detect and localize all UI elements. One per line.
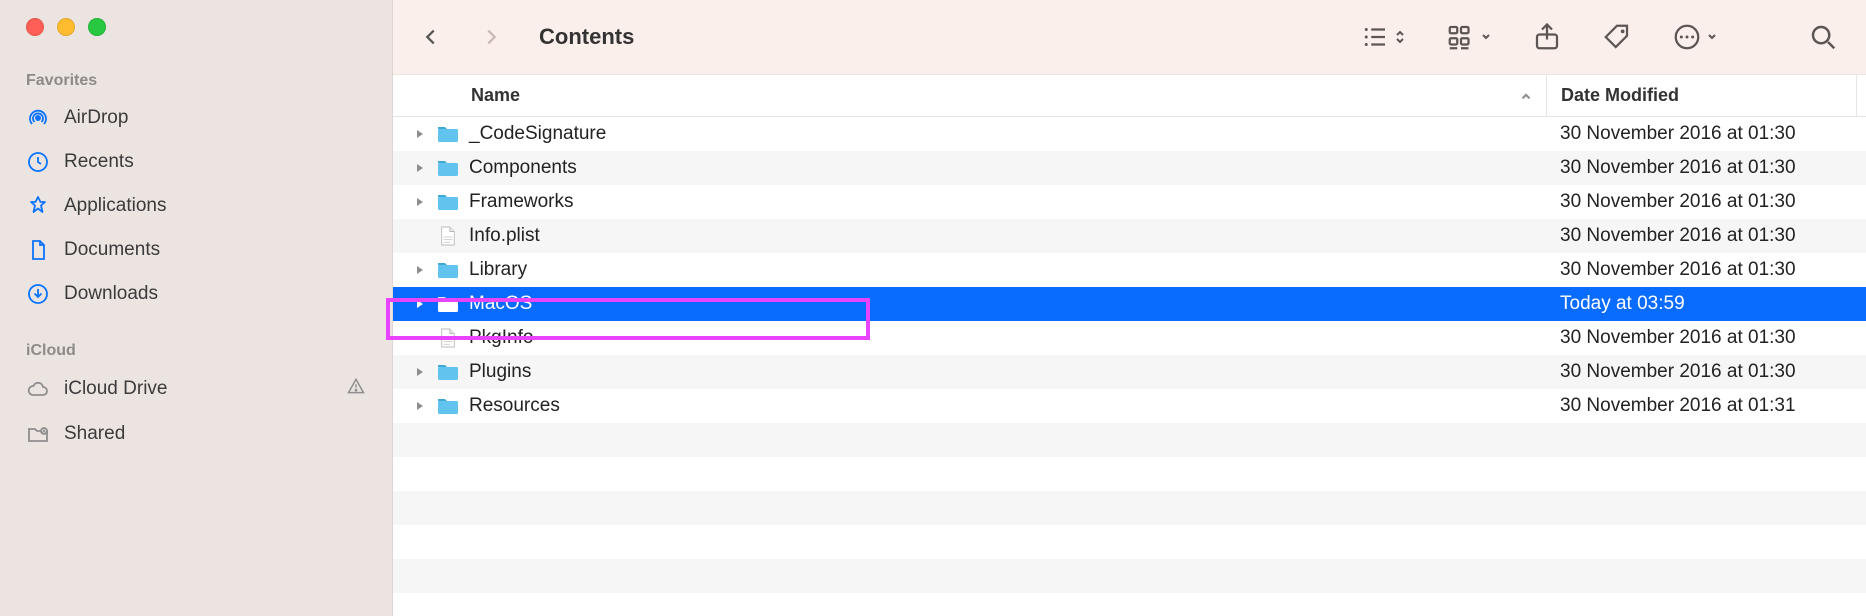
warning-icon xyxy=(346,376,366,402)
file-row[interactable]: Library30 November 2016 at 01:30 xyxy=(393,253,1866,287)
disclosure-chevron-icon[interactable] xyxy=(409,399,431,414)
file-row[interactable]: Frameworks30 November 2016 at 01:30 xyxy=(393,185,1866,219)
finder-window: Favorites AirDrop Recents xyxy=(0,0,1866,616)
file-date: Today at 03:59 xyxy=(1546,293,1866,315)
sidebar: Favorites AirDrop Recents xyxy=(0,0,393,616)
sort-indicator[interactable] xyxy=(1506,89,1546,103)
folder-icon xyxy=(435,191,461,213)
column-edge xyxy=(1856,75,1866,116)
file-name: Plugins xyxy=(469,361,1546,383)
toolbar-icons xyxy=(1360,22,1838,52)
actions-button[interactable] xyxy=(1672,22,1718,52)
sidebar-item-recents[interactable]: Recents xyxy=(0,140,392,184)
minimize-window-button[interactable] xyxy=(57,18,75,36)
disclosure-chevron-icon[interactable] xyxy=(409,365,431,380)
window-title: Contents xyxy=(539,24,634,50)
sidebar-item-applications[interactable]: Applications xyxy=(0,184,392,228)
file-name: Library xyxy=(469,259,1546,281)
clock-icon xyxy=(26,150,50,174)
file-name: _CodeSignature xyxy=(469,123,1546,145)
file-name: Components xyxy=(469,157,1546,179)
applications-icon xyxy=(26,194,50,218)
group-button[interactable] xyxy=(1446,22,1492,52)
disclosure-chevron-icon[interactable] xyxy=(409,161,431,176)
file-icon xyxy=(435,225,461,247)
file-row[interactable]: Plugins30 November 2016 at 01:30 xyxy=(393,355,1866,389)
column-name-label: Name xyxy=(471,85,520,106)
file-list: _CodeSignature30 November 2016 at 01:30C… xyxy=(393,117,1866,616)
sidebar-item-shared[interactable]: Shared xyxy=(0,412,392,456)
file-name: Resources xyxy=(469,395,1546,417)
sidebar-item-label: Recents xyxy=(64,151,134,173)
file-row[interactable]: Resources30 November 2016 at 01:31 xyxy=(393,389,1866,423)
folder-icon xyxy=(435,293,461,315)
sidebar-item-documents[interactable]: Documents xyxy=(0,228,392,272)
view-list-button[interactable] xyxy=(1360,22,1406,52)
search-button[interactable] xyxy=(1808,22,1838,52)
sidebar-item-label: Documents xyxy=(64,239,160,261)
file-date: 30 November 2016 at 01:30 xyxy=(1546,191,1866,213)
file-name: PkgInfo xyxy=(469,327,1546,349)
column-name[interactable]: Name xyxy=(393,85,1506,106)
folder-icon xyxy=(435,259,461,281)
toolbar: Contents xyxy=(393,0,1866,75)
airdrop-icon xyxy=(26,106,50,130)
disclosure-chevron-icon[interactable] xyxy=(409,297,431,312)
file-row[interactable]: PkgInfo30 November 2016 at 01:30 xyxy=(393,321,1866,355)
sidebar-item-label: Shared xyxy=(64,423,125,445)
column-date-label: Date Modified xyxy=(1561,85,1679,106)
close-window-button[interactable] xyxy=(26,18,44,36)
file-row xyxy=(393,525,1866,559)
file-row[interactable]: Info.plist30 November 2016 at 01:30 xyxy=(393,219,1866,253)
downloads-icon xyxy=(26,282,50,306)
sidebar-section-icloud: iCloud xyxy=(0,334,392,366)
folder-icon xyxy=(435,123,461,145)
main-panel: Contents xyxy=(393,0,1866,616)
forward-button[interactable] xyxy=(475,21,507,53)
file-name: Info.plist xyxy=(469,225,1546,247)
file-row xyxy=(393,491,1866,525)
file-date: 30 November 2016 at 01:31 xyxy=(1546,395,1866,417)
file-row xyxy=(393,457,1866,491)
shared-folder-icon xyxy=(26,422,50,446)
folder-icon xyxy=(435,361,461,383)
column-header: Name Date Modified xyxy=(393,75,1866,117)
tag-button[interactable] xyxy=(1602,22,1632,52)
back-button[interactable] xyxy=(415,21,447,53)
file-date: 30 November 2016 at 01:30 xyxy=(1546,327,1866,349)
file-row[interactable]: Components30 November 2016 at 01:30 xyxy=(393,151,1866,185)
sidebar-item-label: iCloud Drive xyxy=(64,378,167,400)
maximize-window-button[interactable] xyxy=(88,18,106,36)
folder-icon xyxy=(435,395,461,417)
window-controls xyxy=(0,18,392,64)
disclosure-chevron-icon[interactable] xyxy=(409,263,431,278)
document-icon xyxy=(26,238,50,262)
file-row[interactable]: MacOSToday at 03:59 xyxy=(393,287,1866,321)
sidebar-item-label: Downloads xyxy=(64,283,158,305)
sidebar-item-label: Applications xyxy=(64,195,166,217)
disclosure-chevron-icon[interactable] xyxy=(409,127,431,142)
nav-arrows xyxy=(415,21,507,53)
disclosure-chevron-icon[interactable] xyxy=(409,195,431,210)
column-date[interactable]: Date Modified xyxy=(1546,75,1856,116)
file-name: Frameworks xyxy=(469,191,1546,213)
sidebar-item-airdrop[interactable]: AirDrop xyxy=(0,96,392,140)
sidebar-item-label: AirDrop xyxy=(64,107,128,129)
file-row xyxy=(393,559,1866,593)
sidebar-item-icloud-drive[interactable]: iCloud Drive xyxy=(0,366,392,412)
file-name: MacOS xyxy=(469,293,1546,315)
file-date: 30 November 2016 at 01:30 xyxy=(1546,259,1866,281)
file-date: 30 November 2016 at 01:30 xyxy=(1546,123,1866,145)
icloud-icon xyxy=(26,377,50,401)
file-row[interactable]: _CodeSignature30 November 2016 at 01:30 xyxy=(393,117,1866,151)
file-date: 30 November 2016 at 01:30 xyxy=(1546,157,1866,179)
folder-icon xyxy=(435,157,461,179)
share-button[interactable] xyxy=(1532,22,1562,52)
file-row xyxy=(393,423,1866,457)
file-date: 30 November 2016 at 01:30 xyxy=(1546,361,1866,383)
file-date: 30 November 2016 at 01:30 xyxy=(1546,225,1866,247)
sidebar-item-downloads[interactable]: Downloads xyxy=(0,272,392,316)
file-icon xyxy=(435,327,461,349)
sidebar-section-favorites: Favorites xyxy=(0,64,392,96)
